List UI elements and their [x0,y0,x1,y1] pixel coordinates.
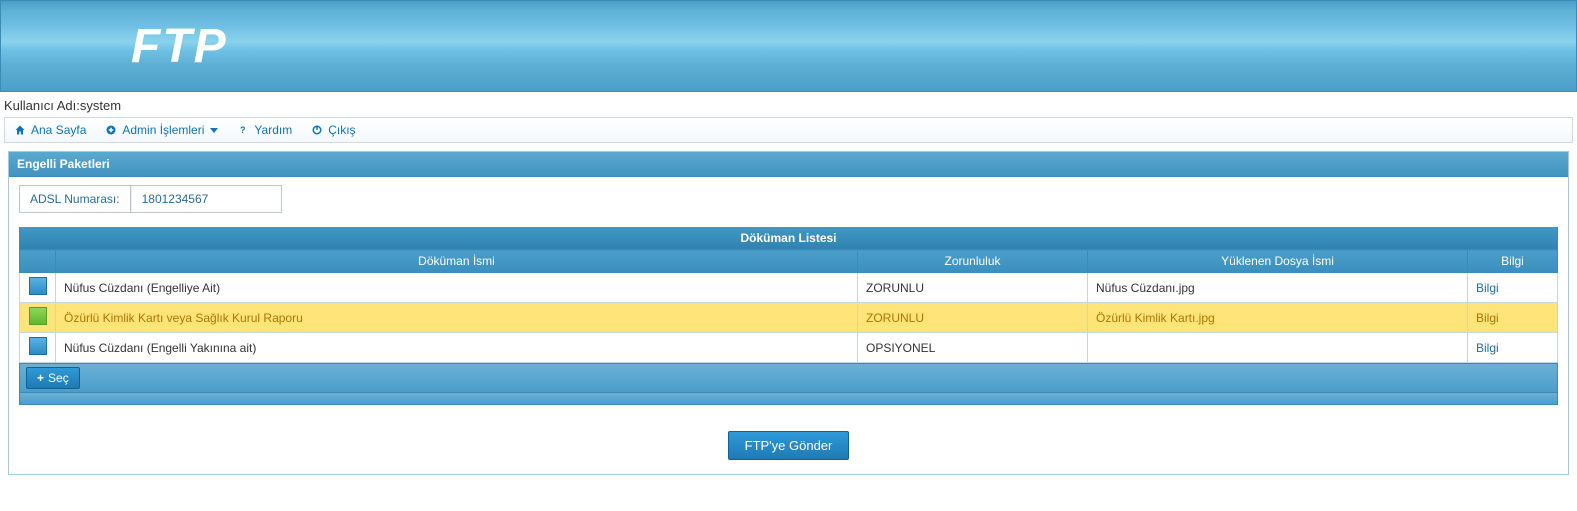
chevron-down-icon [210,128,218,133]
row-select-icon [29,307,47,325]
table-row[interactable]: Nüfus Cüzdanı (Engelli Yakınına ait)OPSI… [20,333,1558,363]
table-bottom-band [19,393,1558,405]
row-required: ZORUNLU [858,273,1088,303]
send-row: FTP'ye Gönder [19,431,1558,460]
row-document-name: Nüfus Cüzdanı (Engelliye Ait) [56,273,858,303]
adsl-label: ADSL Numarası: [20,186,131,212]
table-header-row: Döküman İsmi Zorunluluk Yüklenen Dosya İ… [20,250,1558,273]
menu-exit-label: Çıkış [328,123,355,137]
adsl-input[interactable] [131,186,281,212]
row-required: ZORUNLU [858,303,1088,333]
menu-admin-label: Admin İşlemleri [122,123,204,137]
header-icon [20,250,56,273]
row-info-cell: Bilgi [1468,273,1558,303]
select-button-label: Seç [48,371,69,385]
panel-engelli-paketleri: Engelli Paketleri ADSL Numarası: Döküman… [8,151,1569,475]
row-select-icon [29,277,47,295]
menu-exit[interactable]: Çıkış [310,123,355,137]
document-list-title: Döküman Listesi [19,227,1558,249]
document-table-container: Döküman Listesi Döküman İsmi Zorunluluk … [19,227,1558,405]
row-required: OPSIYONEL [858,333,1088,363]
row-info-cell: Bilgi [1468,303,1558,333]
row-info-link[interactable]: Bilgi [1476,311,1499,325]
plus-circle-icon [104,123,118,137]
plus-icon: + [37,372,44,384]
menu-home[interactable]: Ana Sayfa [13,123,86,137]
menu-home-label: Ana Sayfa [31,123,86,137]
table-footer-band: + Seç [19,363,1558,393]
table-row[interactable]: Nüfus Cüzdanı (Engelliye Ait)ZORUNLUNüfu… [20,273,1558,303]
header-name: Döküman İsmi [56,250,858,273]
row-document-name: Özürlü Kimlik Kartı veya Sağlık Kurul Ra… [56,303,858,333]
header-info: Bilgi [1468,250,1558,273]
row-select-cell[interactable] [20,273,56,303]
row-uploaded-file: Özürlü Kimlik Kartı.jpg [1088,303,1468,333]
row-uploaded-file [1088,333,1468,363]
row-info-link[interactable]: Bilgi [1476,281,1499,295]
document-table: Döküman İsmi Zorunluluk Yüklenen Dosya İ… [19,249,1558,363]
row-select-icon [29,337,47,355]
adsl-field-group: ADSL Numarası: [19,185,282,213]
row-select-cell[interactable] [20,333,56,363]
ftp-send-label: FTP'ye Gönder [745,438,833,453]
select-button[interactable]: + Seç [26,367,80,389]
help-icon: ? [236,123,250,137]
row-uploaded-file: Nüfus Cüzdanı.jpg [1088,273,1468,303]
row-info-link[interactable]: Bilgi [1476,341,1499,355]
menu-help-label: Yardım [254,123,292,137]
table-row[interactable]: Özürlü Kimlik Kartı veya Sağlık Kurul Ra… [20,303,1558,333]
header-required: Zorunluluk [858,250,1088,273]
row-info-cell: Bilgi [1468,333,1558,363]
user-info: Kullanıcı Adı:system [0,92,1577,117]
menu-admin[interactable]: Admin İşlemleri [104,123,218,137]
app-title: FTP [131,19,228,74]
header-uploaded: Yüklenen Dosya İsmi [1088,250,1468,273]
home-icon [13,123,27,137]
app-banner: FTP [0,0,1577,92]
menu-bar: Ana Sayfa Admin İşlemleri ? Yardım Çıkış [4,117,1573,143]
user-name: system [80,98,121,113]
power-icon [310,123,324,137]
user-label: Kullanıcı Adı: [4,98,80,113]
ftp-send-button[interactable]: FTP'ye Gönder [728,431,850,460]
panel-title: Engelli Paketleri [9,152,1568,177]
row-document-name: Nüfus Cüzdanı (Engelli Yakınına ait) [56,333,858,363]
menu-help[interactable]: ? Yardım [236,123,292,137]
svg-text:?: ? [240,125,246,135]
row-select-cell[interactable] [20,303,56,333]
